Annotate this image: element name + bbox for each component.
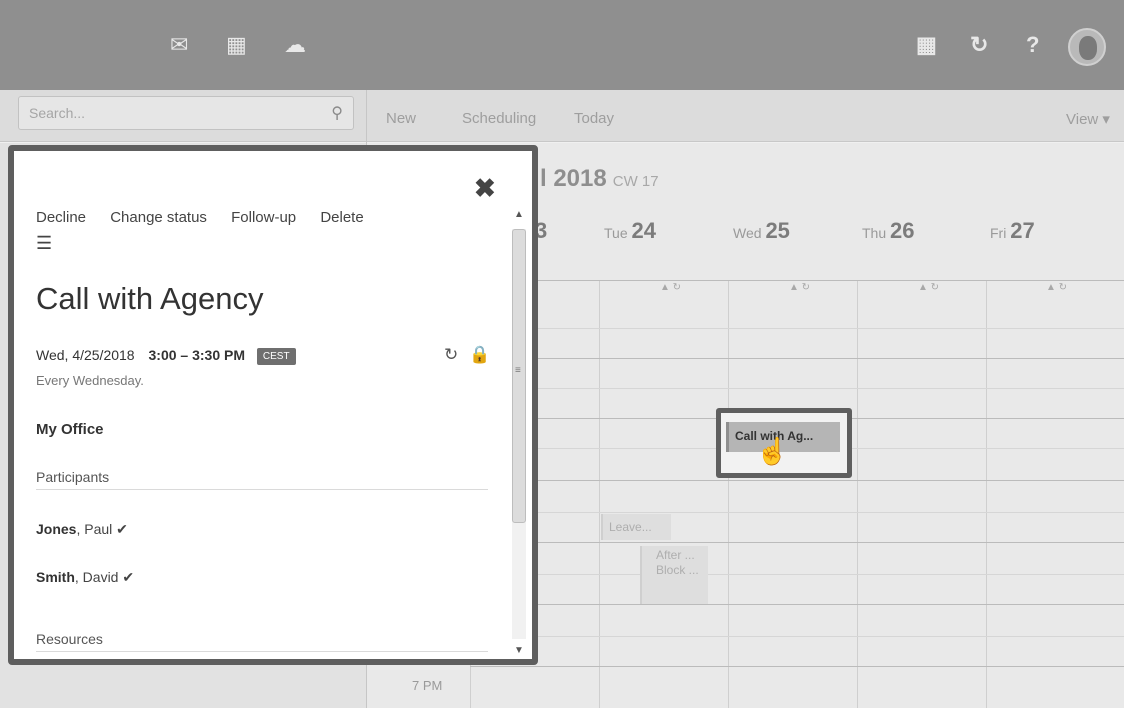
resources-heading: Resources — [36, 631, 103, 647]
decline-button[interactable]: Decline — [36, 209, 86, 226]
private-lock-icon: 🔒 — [468, 345, 491, 364]
timezone-badge[interactable]: CEST — [256, 348, 296, 365]
grid-line — [470, 358, 1124, 359]
recurrence-text: Every Wednesday. — [36, 373, 144, 388]
allday-expand-icon[interactable]: ▲ ↻ — [789, 282, 810, 293]
grid-line — [470, 512, 1124, 513]
help-icon[interactable]: ? — [1026, 32, 1039, 58]
grid-line — [470, 604, 1124, 605]
divider — [36, 489, 488, 490]
allday-expand-icon[interactable]: ▲ ↻ — [1046, 282, 1067, 293]
event-after-label: After ... — [656, 548, 695, 562]
refresh-icon[interactable]: ↻ — [970, 32, 988, 58]
participant-item[interactable]: Smith, David ✔ — [36, 569, 134, 586]
day-header-wed[interactable]: Wed 25 — [733, 218, 790, 244]
allday-expand-icon[interactable]: ▲ ↻ — [918, 282, 939, 293]
appointment-title: Call with Agency — [36, 281, 264, 316]
apps-grid-icon[interactable]: ▦ — [916, 32, 937, 58]
day-header-thu[interactable]: Thu 26 — [862, 218, 915, 244]
calendar-title: l 2018 CW 17 — [540, 165, 659, 193]
participant-item[interactable]: Jones, Paul ✔ — [36, 521, 128, 538]
grid-line — [470, 636, 1124, 637]
grid-line — [470, 388, 1124, 389]
search-placeholder: Search... — [29, 105, 86, 121]
appointment-datetime: Wed, 4/25/2018 3:00 – 3:30 PM CEST — [36, 347, 296, 365]
event-after[interactable]: After ... Block ... — [640, 546, 708, 604]
day-number: 26 — [890, 218, 915, 243]
participants-heading: Participants — [36, 469, 110, 485]
participant-last-name: Jones — [36, 521, 77, 537]
menu-icon[interactable]: ☰ — [36, 233, 52, 254]
search-icon[interactable]: ⚲ — [331, 103, 343, 123]
appointment-location: My Office — [36, 421, 104, 438]
mail-icon[interactable]: ✉ — [170, 32, 188, 58]
grid-line — [857, 280, 858, 708]
calendar-week: CW 17 — [612, 173, 659, 190]
participant-last-name: Smith — [36, 569, 75, 585]
search-input[interactable]: Search... ⚲ — [18, 96, 354, 130]
hour-label: 7 PM — [412, 678, 443, 693]
participant-first-name: , Paul ✔ — [76, 521, 128, 537]
divider — [36, 651, 488, 652]
grid-line — [470, 280, 1124, 281]
new-button[interactable]: New — [386, 110, 416, 127]
allday-expand-icon[interactable]: ▲ ↻ — [660, 282, 681, 293]
participant-first-name: , David ✔ — [74, 569, 135, 585]
avatar[interactable] — [1068, 28, 1106, 66]
follow-up-button[interactable]: Follow-up — [231, 209, 296, 226]
view-dropdown[interactable]: View ▾ — [1066, 110, 1110, 128]
day-name: Wed — [733, 225, 762, 241]
grid-line — [599, 280, 600, 708]
grid-line — [470, 574, 1124, 575]
scroll-thumb[interactable] — [512, 229, 526, 523]
appointment-date: Wed, 4/25/2018 — [36, 347, 135, 363]
appointment-time: 3:00 – 3:30 PM — [148, 347, 246, 363]
day-number: 25 — [765, 218, 790, 243]
grid-line — [470, 480, 1124, 481]
popup-actions: Decline Change status Follow-up Delete — [36, 209, 384, 226]
popup-scrollbar[interactable]: ▲ ≡ ▼ — [509, 209, 529, 659]
day-header-tue[interactable]: Tue 24 — [604, 218, 656, 244]
grid-line — [470, 328, 1124, 329]
day-name: Thu — [862, 225, 887, 241]
hand-cursor-icon: ☝ — [756, 436, 789, 466]
calendar-icon[interactable]: ▦ — [226, 32, 247, 58]
day-number: 27 — [1010, 218, 1035, 243]
event-leave[interactable]: Leave... — [601, 514, 671, 540]
grid-line — [470, 542, 1124, 543]
grid-line — [986, 280, 987, 708]
grid-line — [470, 666, 1124, 667]
cloud-icon[interactable]: ☁ — [284, 32, 306, 58]
recurrence-icon: ↻ — [444, 345, 459, 364]
delete-button[interactable]: Delete — [320, 209, 363, 226]
scroll-down-icon[interactable]: ▼ — [514, 645, 524, 656]
day-number: 24 — [631, 218, 656, 243]
change-status-button[interactable]: Change status — [110, 209, 207, 226]
scheduling-button[interactable]: Scheduling — [462, 110, 536, 127]
appointment-popup: ✖ Decline Change status Follow-up Delete… — [8, 145, 538, 665]
day-name: Tue — [604, 225, 628, 241]
scroll-up-icon[interactable]: ▲ — [514, 209, 524, 220]
grid-line — [728, 280, 729, 708]
top-bar: ✉ ▦ ☁ ▦ ↻ ? — [0, 0, 1124, 90]
event-block-label: Block ... — [656, 563, 699, 577]
today-button[interactable]: Today — [574, 110, 614, 127]
close-icon[interactable]: ✖ — [474, 173, 496, 204]
day-name: Fri — [990, 225, 1007, 241]
day-header-fri[interactable]: Fri 27 — [990, 218, 1035, 244]
calendar-month-year: l 2018 — [540, 165, 607, 192]
scroll-grip-icon: ≡ — [515, 365, 521, 376]
popup-status-icons: ↻ 🔒 — [444, 345, 490, 365]
